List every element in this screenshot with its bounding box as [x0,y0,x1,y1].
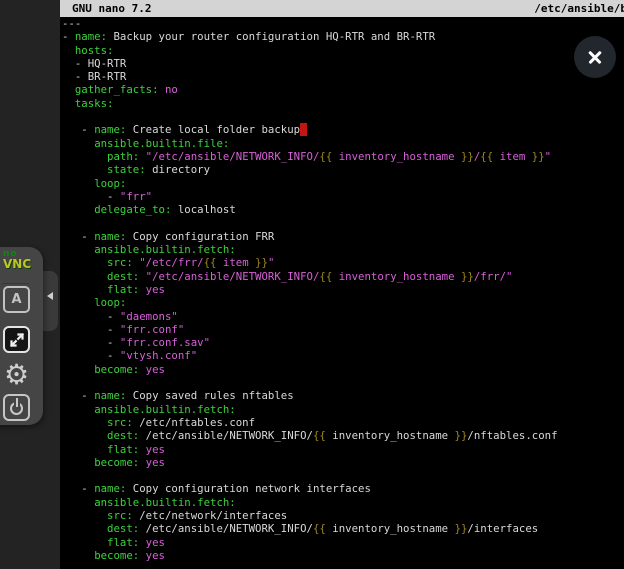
editor-line: - "daemons" [62,310,622,323]
expand-arrows-icon [9,332,25,348]
editor-line: - "frr.conf.sav" [62,336,622,349]
editor-line: gather_facts: no [62,83,622,96]
sidebar-separator [2,283,29,284]
editor-line [62,110,622,123]
editor-line: flat: yes [62,536,622,549]
editor-line: loop: [62,296,622,309]
editor-content: ---- name: Backup your router configurat… [62,17,622,562]
editor-line: src: /etc/nftables.conf [62,416,622,429]
editor-line: - name: Copy saved rules nftables [62,389,622,402]
editor-line: flat: yes [62,443,622,456]
editor-line: become: yes [62,456,622,469]
editor-line: - "frr.conf" [62,323,622,336]
editor-line: become: yes [62,363,622,376]
vnc-terminal-screen[interactable]: GNU nano 7.2 /etc/ansible/b ---- name: B… [60,0,624,569]
editor-line: hosts: [62,44,622,57]
editor-line: - name: Backup your router configuration… [62,30,622,43]
editor-line: dest: /etc/ansible/NETWORK_INFO/{{ inven… [62,522,622,535]
disconnect-button[interactable] [3,394,30,421]
close-button[interactable] [574,36,616,78]
vnc-control-bar: no VNC A ⚙ [0,247,43,425]
editor-line: - name: Copy configuration FRR [62,230,622,243]
editor-line: path: "/etc/ansible/NETWORK_INFO/{{ inve… [62,150,622,163]
editor-line: delegate_to: localhost [62,203,622,216]
editor-line [62,376,622,389]
settings-button[interactable]: ⚙ [3,361,30,388]
keyboard-a-icon: A [11,292,21,307]
editor-line: - name: Copy configuration network inter… [62,482,622,495]
editor-line: - name: Create local folder backup [62,123,622,136]
editor-line [62,469,622,482]
editor-line: dest: /etc/ansible/NETWORK_INFO/{{ inven… [62,429,622,442]
editor-line: - "frr" [62,190,622,203]
novnc-logo: no VNC [3,250,31,270]
nano-file-path: /etc/ansible/b [534,0,624,17]
collapse-left-arrow-icon [47,292,53,300]
editor-line: ansible.builtin.fetch: [62,496,622,509]
editor-line: become: yes [62,549,622,562]
editor-line [62,216,622,229]
control-bar-handle[interactable] [43,271,58,331]
editor-line: - "vtysh.conf" [62,349,622,362]
fullscreen-button[interactable] [3,326,30,353]
editor-line: - HQ-RTR [62,57,622,70]
editor-line: - BR-RTR [62,70,622,83]
screen: { "colors": { "green": "#3cd23c", "magen… [0,0,624,569]
logo-text-vnc: VNC [3,259,31,270]
editor-line: ansible.builtin.file: [62,137,622,150]
gear-icon: ⚙ [4,361,29,388]
nano-app-title: GNU nano 7.2 [72,0,151,17]
editor-line: ansible.builtin.fetch: [62,243,622,256]
close-icon [586,48,604,66]
editor-line: ansible.builtin.fetch: [62,403,622,416]
editor-line: --- [62,17,622,30]
editor-line: loop: [62,177,622,190]
editor-line: tasks: [62,97,622,110]
extra-keys-button[interactable]: A [3,286,30,313]
editor-line: src: "/etc/frr/{{ item }}" [62,256,622,269]
editor-line: dest: "/etc/ansible/NETWORK_INFO/{{ inve… [62,270,622,283]
editor-line: src: /etc/network/interfaces [62,509,622,522]
editor-line: state: directory [62,163,622,176]
nano-titlebar: GNU nano 7.2 /etc/ansible/b [60,0,624,17]
editor-line: flat: yes [62,283,622,296]
power-icon [5,396,28,419]
